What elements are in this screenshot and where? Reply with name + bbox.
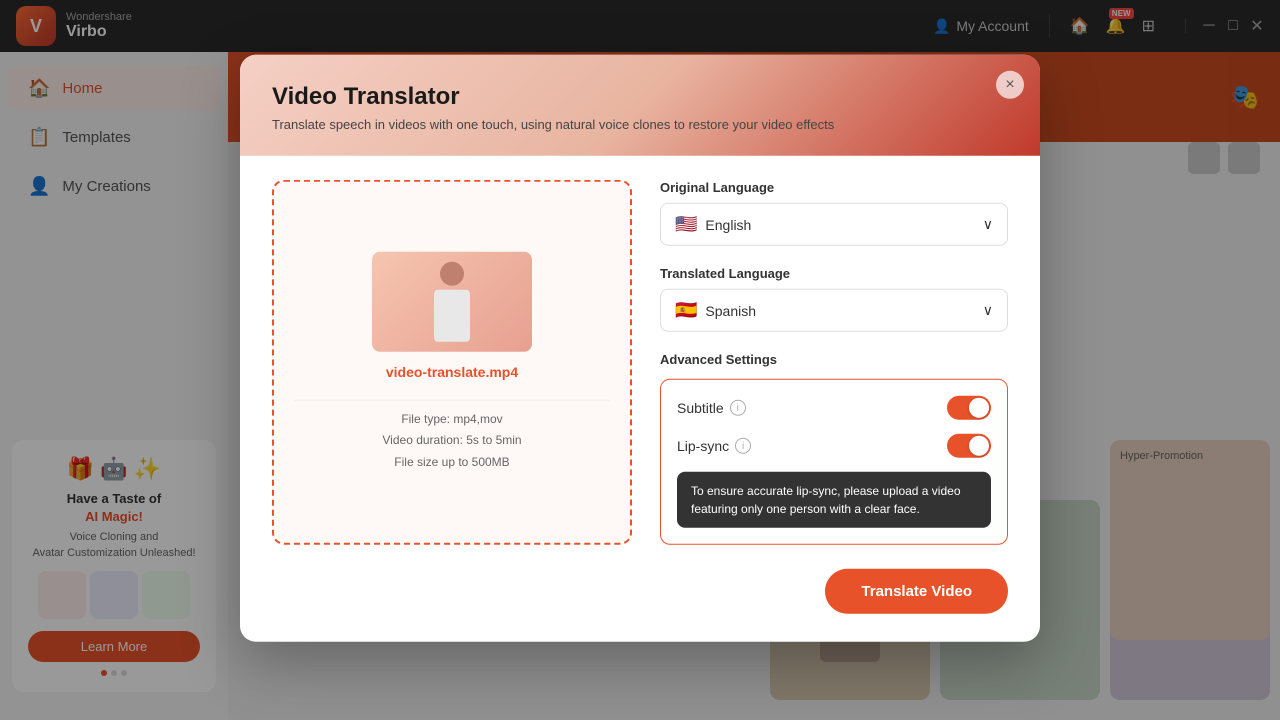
translated-language-flag: 🇪🇸 [675,300,697,321]
modal-close-button[interactable]: × [996,71,1024,99]
video-translator-modal: Video Translator Translate speech in vid… [240,55,1040,642]
subtitle-info-icon[interactable]: i [730,400,746,416]
video-duration: Video duration: 5s to 5min [382,430,521,452]
original-language-chevron: ∨ [983,216,993,233]
settings-panel: Original Language 🇺🇸 English ∨ Translate… [632,180,1008,545]
translate-video-button[interactable]: Translate Video [825,569,1008,614]
lipsync-info-icon[interactable]: i [735,438,751,454]
advanced-settings-label: Advanced Settings [660,352,1008,367]
modal-body: video-translate.mp4 File type: mp4,mov V… [240,156,1040,569]
translated-language-select[interactable]: 🇪🇸 Spanish ∨ [660,289,1008,332]
modal-title: Video Translator [272,83,1008,111]
lipsync-setting-name: Lip-sync i [677,438,751,454]
original-language-flag: 🇺🇸 [675,214,697,235]
subtitle-label: Subtitle [677,400,724,416]
subtitle-toggle[interactable] [947,396,991,420]
translated-language-label: Translated Language [660,266,1008,281]
lipsync-toggle[interactable] [947,434,991,458]
translated-language-value: 🇪🇸 Spanish [675,300,756,321]
lipsync-setting-row: Lip-sync i [677,434,991,458]
video-file-size: File size up to 500MB [394,452,509,474]
upload-area[interactable]: video-translate.mp4 File type: mp4,mov V… [272,180,632,545]
tooltip-text: To ensure accurate lip-sync, please uplo… [691,484,961,516]
modal-header: Video Translator Translate speech in vid… [240,55,1040,156]
settings-box: Subtitle i Lip-sync i [660,379,1008,545]
modal-subtitle: Translate speech in videos with one touc… [272,117,1008,132]
divider [294,399,610,400]
translated-language-text: Spanish [705,302,756,318]
subtitle-setting-name: Subtitle i [677,400,746,416]
original-language-select[interactable]: 🇺🇸 English ∨ [660,203,1008,246]
translated-language-chevron: ∨ [983,302,993,319]
lipsync-label: Lip-sync [677,438,729,454]
modal-footer: Translate Video [240,569,1040,642]
subtitle-setting-row: Subtitle i [677,396,991,420]
original-language-text: English [705,216,751,232]
advanced-settings: Advanced Settings Subtitle i Lip-sync [660,352,1008,545]
video-filename: video-translate.mp4 [386,363,518,379]
original-language-value: 🇺🇸 English [675,214,751,235]
video-thumbnail [372,251,532,351]
original-language-label: Original Language [660,180,1008,195]
lipsync-tooltip: To ensure accurate lip-sync, please uplo… [677,472,991,528]
video-file-type: File type: mp4,mov [401,408,502,430]
